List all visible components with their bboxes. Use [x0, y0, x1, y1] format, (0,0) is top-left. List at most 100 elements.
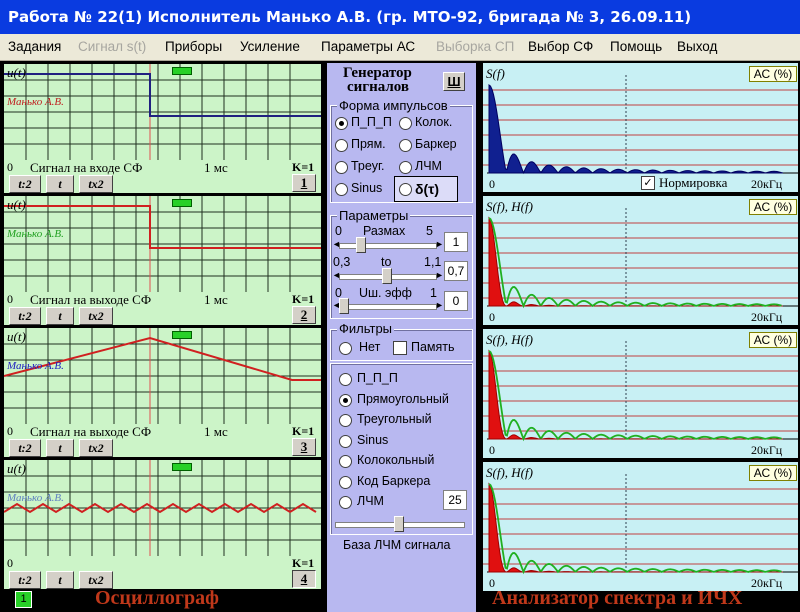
param2-value[interactable]: 0,7	[444, 261, 468, 281]
spectrum-analyzer-panel: S(f) АС (%) 0 20кГц ✓ Нормировка S(f), H(f) АС …	[479, 63, 800, 612]
spectrum-analyzer-label: Анализатор спектра и ИЧХ	[492, 587, 743, 609]
time-double-button[interactable]: tx2	[79, 175, 113, 193]
scope-y-label: u(t)	[7, 461, 26, 476]
filter-type-radio[interactable]	[339, 475, 352, 489]
filter-type-radio[interactable]	[339, 496, 352, 509]
pulse-shape-radio[interactable]	[399, 183, 412, 196]
filter-memory-checkbox[interactable]	[393, 341, 407, 355]
scope-zero-label: 0	[7, 160, 13, 174]
ac-percent-button[interactable]: АС (%)	[749, 332, 797, 348]
filter-none-radio[interactable]	[339, 342, 352, 355]
filter-type-radio[interactable]	[339, 393, 352, 407]
filter-type-label: Колокольный	[357, 453, 435, 467]
menu-item[interactable]: Выбор СФ	[528, 39, 593, 54]
menu-item[interactable]: Усиление	[240, 39, 300, 54]
time-double-button[interactable]: tx2	[79, 307, 113, 325]
filter-type-radio[interactable]	[339, 434, 352, 448]
time-halve-button[interactable]: t:2	[9, 571, 41, 589]
filter-type-radio[interactable]	[339, 455, 352, 468]
menu-item[interactable]: Выборка СП	[436, 39, 514, 54]
time-normal-button[interactable]: t	[46, 571, 74, 589]
signal-generator-panel: Генератор сигналов Ш Форма импульсов П_П…	[327, 63, 476, 612]
time-halve-button[interactable]: t:2	[9, 439, 41, 457]
time-halve-button[interactable]: t:2	[9, 307, 41, 325]
pulse-shape-radio[interactable]	[335, 183, 348, 196]
scope-plot	[4, 196, 321, 292]
param1-slider-thumb[interactable]	[356, 237, 367, 253]
time-normal-button[interactable]: t	[46, 175, 74, 193]
scope-plot	[4, 64, 321, 160]
spectrum-freq-label: 20кГц	[751, 443, 783, 457]
param1-right-arrow-icon[interactable]: ►	[435, 239, 444, 249]
scope-trigger-indicator	[172, 463, 192, 471]
pulse-shape-label: ЛЧМ	[415, 159, 442, 173]
scope-trigger-indicator	[172, 199, 192, 207]
pulse-shape-radio[interactable]	[399, 117, 412, 130]
menu-item[interactable]: Помощь	[610, 39, 662, 54]
param2-max: 1,1	[424, 255, 442, 269]
scope-select-button[interactable]: 3	[292, 438, 316, 456]
pulse-shape-radio[interactable]	[335, 161, 348, 174]
ac-percent-button[interactable]: АС (%)	[749, 66, 797, 82]
menu-item[interactable]: Сигнал s(t)	[78, 39, 146, 54]
scope-watermark: Манько А.В.	[7, 360, 64, 372]
menu-item[interactable]: Параметры АС	[321, 39, 415, 54]
param3-slider-thumb[interactable]	[339, 298, 349, 314]
menu-item[interactable]: Выход	[677, 39, 717, 54]
pulse-shape-label: Баркер	[415, 137, 457, 151]
param1-slider[interactable]	[339, 243, 437, 249]
scope-screen-1: u(t) Манько А.В. 0 Сигнал на входе СФ 1 мс K=…	[4, 64, 321, 193]
scope-time-scale: 1 мс	[204, 160, 228, 175]
ac-percent-button[interactable]: АС (%)	[749, 199, 797, 215]
filter-memory-label: Память	[411, 340, 455, 354]
menu-item[interactable]: Приборы	[165, 39, 222, 54]
spectrum-screen-3: S(f), H(f) АС (%) 0 20кГц	[483, 329, 798, 458]
time-normal-button[interactable]: t	[46, 439, 74, 457]
scope-gain: K=1	[292, 160, 315, 174]
param3-right-arrow-icon[interactable]: ►	[435, 300, 444, 310]
scope-screen-4: u(t) Манько А.В. 0 K=1 t:2 t tx2 4	[4, 460, 321, 589]
ac-percent-button[interactable]: АС (%)	[749, 465, 797, 481]
noise-button[interactable]: Ш	[443, 72, 465, 91]
param1-value[interactable]: 1	[444, 232, 468, 252]
scope-y-label: u(t)	[7, 197, 26, 212]
lfm-base-value[interactable]: 25	[443, 490, 467, 510]
scope-select-button[interactable]: 4	[292, 570, 316, 588]
scope-info-row: 0 Сигнал на выходе СФ 1 мс K=1	[4, 424, 321, 439]
filter-type-radio[interactable]	[339, 414, 352, 427]
params-group-title: Параметры	[337, 208, 411, 223]
param2-right-arrow-icon[interactable]: ►	[435, 270, 444, 280]
pulse-shape-radio[interactable]	[399, 161, 412, 174]
filter-type-radio[interactable]	[339, 373, 352, 386]
scope-caption: Сигнал на выходе СФ	[30, 424, 152, 439]
spectrum-trace	[488, 482, 784, 573]
scope-select-button[interactable]: 2	[292, 306, 316, 324]
pulse-shape-label: Колок.	[415, 115, 453, 129]
time-halve-button[interactable]: t:2	[9, 175, 41, 193]
param1-left-arrow-icon[interactable]: ◄	[332, 239, 341, 249]
pulse-shape-group-title: Форма импульсов	[337, 98, 450, 113]
time-normal-button[interactable]: t	[46, 307, 74, 325]
filter-type-label: П_П_П	[357, 371, 398, 385]
pulse-shape-label: Прям.	[351, 137, 386, 151]
scope-caption: Сигнал на входе СФ	[30, 160, 143, 175]
normalize-checkbox[interactable]: ✓	[641, 176, 655, 190]
scope-trigger-indicator	[172, 67, 192, 75]
pulse-shape-label: Sinus	[351, 181, 383, 195]
menu-item[interactable]: Задания	[8, 39, 61, 54]
param2-left-arrow-icon[interactable]: ◄	[332, 270, 341, 280]
menu-bar: Задания Сигнал s(t) Приборы Усиление Парамет…	[0, 34, 800, 61]
time-double-button[interactable]: tx2	[79, 439, 113, 457]
filter-type-label: Прямоугольный	[357, 391, 449, 406]
pulse-shape-radio[interactable]	[335, 117, 348, 130]
param2-slider-thumb[interactable]	[382, 268, 392, 284]
param1-label: Размах	[363, 224, 406, 238]
pulse-shape-radio[interactable]	[399, 139, 412, 152]
param3-value[interactable]: 0	[444, 291, 468, 311]
scope-screen-2: u(t) Манько А.В. 0 Сигнал на выходе СФ 1 мс K…	[4, 196, 321, 325]
lfm-base-slider-thumb[interactable]	[394, 516, 404, 532]
scope-plot	[4, 328, 321, 424]
scope-select-button[interactable]: 1	[292, 174, 316, 192]
pulse-shape-radio[interactable]	[335, 139, 348, 152]
param3-slider[interactable]	[339, 304, 437, 310]
